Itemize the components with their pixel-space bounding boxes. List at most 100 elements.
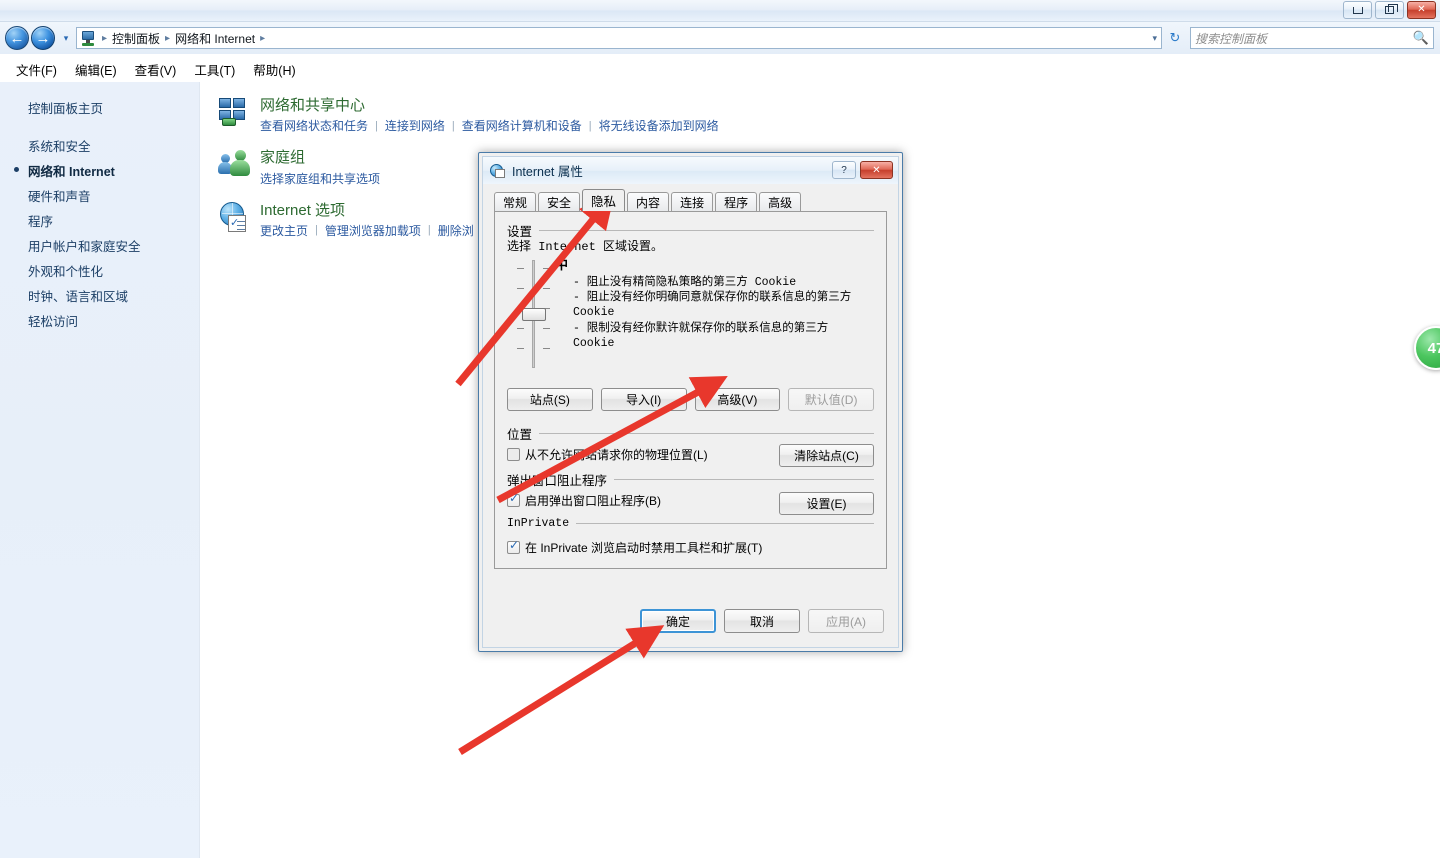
location-checkbox-row[interactable]: 从不允许网站请求你的物理位置(L) bbox=[507, 446, 708, 463]
slider-thumb[interactable] bbox=[522, 308, 546, 321]
tab-programs[interactable]: 程序 bbox=[715, 192, 758, 211]
menu-item-view[interactable]: 查看(V) bbox=[127, 58, 185, 81]
breadcrumb[interactable]: ▸ 控制面板 ▸ 网络和 Internet ▸ ▾ bbox=[76, 27, 1162, 49]
tab-privacy[interactable]: 隐私 bbox=[582, 189, 626, 211]
cancel-button[interactable]: 取消 bbox=[724, 609, 800, 633]
tab-advanced[interactable]: 高级 bbox=[759, 192, 802, 211]
popup-blocker-group: 弹出窗口阻止程序 bbox=[507, 470, 874, 489]
apply-button: 应用(A) bbox=[808, 609, 884, 633]
menu-item-file[interactable]: 文件(F) bbox=[8, 58, 65, 81]
clear-sites-button[interactable]: 清除站点(C) bbox=[779, 444, 874, 467]
address-bar: ← → ▾ ▸ 控制面板 ▸ 网络和 Internet ▸ ▾ ↻ 搜索控制面板… bbox=[0, 22, 1440, 54]
link-connect-to-network[interactable]: 连接到网络 bbox=[385, 117, 445, 134]
inprivate-checkbox-row[interactable]: 在 InPrivate 浏览启动时禁用工具栏和扩展(T) bbox=[507, 539, 762, 556]
default-button: 默认值(D) bbox=[788, 388, 874, 411]
internet-options-icon: ✓ bbox=[218, 201, 252, 235]
sites-button[interactable]: 站点(S) bbox=[507, 388, 593, 411]
link-view-network-status[interactable]: 查看网络状态和任务 bbox=[260, 117, 368, 134]
breadcrumb-item-1[interactable]: 网络和 Internet bbox=[172, 30, 258, 47]
menu-item-edit[interactable]: 编辑(E) bbox=[67, 58, 125, 81]
category-links: 更改主页 | 管理浏览器加载项 | 删除浏 bbox=[260, 222, 474, 239]
popup-settings-button[interactable]: 设置(E) bbox=[779, 492, 874, 515]
address-history-dropdown-icon[interactable]: ▾ bbox=[1152, 33, 1157, 44]
chevron-down-icon: ▾ bbox=[63, 32, 69, 43]
close-button[interactable]: ✕ bbox=[1407, 1, 1436, 19]
sidebar-item-programs[interactable]: 程序 bbox=[0, 208, 199, 233]
link-separator: | bbox=[427, 224, 431, 237]
sidebar-category-list: 系统和安全 网络和 Internet 硬件和声音 程序 用户帐户和家庭安全 外观… bbox=[0, 133, 199, 333]
advanced-button[interactable]: 高级(V) bbox=[694, 388, 781, 411]
link-view-network-computers[interactable]: 查看网络计算机和设备 bbox=[462, 117, 582, 134]
link-manage-browser-addons[interactable]: 管理浏览器加载项 bbox=[325, 222, 421, 239]
settings-instruction-text: 选择 Internet 区域设置。 bbox=[507, 240, 664, 254]
category-network-sharing-center: 网络和共享中心 查看网络状态和任务 | 连接到网络 | 查看网络计算机和设备 |… bbox=[218, 96, 1440, 134]
search-input[interactable]: 搜索控制面板 bbox=[1195, 30, 1413, 47]
privacy-level-slider[interactable] bbox=[511, 260, 557, 368]
never-allow-location-checkbox[interactable] bbox=[507, 448, 520, 461]
category-title[interactable]: Internet 选项 bbox=[260, 202, 474, 219]
import-button[interactable]: 导入(I) bbox=[600, 388, 687, 411]
link-separator: | bbox=[315, 224, 318, 237]
sidebar-item-clock-language[interactable]: 时钟、语言和区域 bbox=[0, 283, 199, 308]
back-button[interactable]: ← bbox=[5, 26, 29, 50]
breadcrumb-separator-0: ▸ bbox=[102, 32, 108, 44]
breadcrumb-separator-1[interactable]: ▸ bbox=[163, 33, 172, 44]
sidebar-item-user-accounts[interactable]: 用户帐户和家庭安全 bbox=[0, 233, 199, 258]
maximize-button[interactable] bbox=[1375, 1, 1404, 19]
sidebar-item-network-internet[interactable]: 网络和 Internet bbox=[0, 158, 199, 183]
disable-toolbars-inprivate-checkbox[interactable] bbox=[507, 539, 520, 554]
group-divider bbox=[539, 230, 874, 231]
enable-popup-blocker-checkbox[interactable] bbox=[507, 492, 520, 507]
sidebar-item-hardware-sound[interactable]: 硬件和声音 bbox=[0, 183, 199, 208]
group-divider bbox=[576, 523, 874, 524]
description-line-0: - 阻止没有精简隐私策略的第三方 Cookie bbox=[573, 276, 797, 289]
sidebar-item-control-panel-home[interactable]: 控制面板主页 bbox=[0, 96, 199, 117]
group-divider bbox=[539, 433, 874, 434]
tab-general[interactable]: 常规 bbox=[494, 192, 537, 211]
link-separator: | bbox=[588, 119, 592, 132]
search-box[interactable]: 搜索控制面板 🔍 bbox=[1190, 27, 1434, 49]
settings-button-row: 站点(S) 导入(I) 高级(V) 默认值(D) bbox=[507, 388, 874, 411]
tab-content[interactable]: 内容 bbox=[627, 192, 670, 211]
link-choose-homegroup-options[interactable]: 选择家庭组和共享选项 bbox=[260, 170, 380, 187]
help-icon: ? bbox=[841, 164, 847, 176]
category-title[interactable]: 网络和共享中心 bbox=[260, 97, 719, 114]
link-delete-browsing-history[interactable]: 删除浏 bbox=[438, 222, 474, 239]
dialog-close-button[interactable]: ✕ bbox=[860, 161, 893, 179]
popup-checkbox-row[interactable]: 启用弹出窗口阻止程序(B) bbox=[507, 492, 661, 509]
window-controls: ✕ bbox=[1343, 1, 1436, 19]
dialog-titlebar[interactable]: Internet 属性 ? ✕ bbox=[483, 157, 898, 184]
internet-properties-dialog: Internet 属性 ? ✕ 常规 安全 隐私 内容 连接 程序 高级 设置 … bbox=[478, 152, 903, 652]
close-icon: ✕ bbox=[872, 164, 881, 176]
breadcrumb-separator-2[interactable]: ▸ bbox=[258, 33, 267, 44]
minimize-button[interactable] bbox=[1343, 1, 1372, 19]
sidebar-item-system-security[interactable]: 系统和安全 bbox=[0, 133, 199, 158]
menu-item-help[interactable]: 帮助(H) bbox=[245, 58, 303, 81]
navigation-buttons: ← → ▾ bbox=[0, 26, 73, 50]
breadcrumb-item-0[interactable]: 控制面板 bbox=[109, 30, 163, 47]
tab-connections[interactable]: 连接 bbox=[671, 192, 714, 211]
tab-security[interactable]: 安全 bbox=[538, 192, 581, 211]
dialog-help-button[interactable]: ? bbox=[832, 161, 856, 179]
settings-instruction: 选择 Internet 区域设置。 bbox=[507, 237, 874, 254]
refresh-button[interactable]: ↻ bbox=[1164, 27, 1186, 49]
inprivate-group: InPrivate bbox=[507, 517, 874, 530]
location-group-header: 位置 bbox=[507, 424, 874, 443]
forward-button[interactable]: → bbox=[31, 26, 55, 50]
link-change-homepage[interactable]: 更改主页 bbox=[260, 222, 308, 239]
sidebar-item-ease-of-access[interactable]: 轻松访问 bbox=[0, 308, 199, 333]
category-title[interactable]: 家庭组 bbox=[260, 149, 380, 166]
control-panel-window: ✕ ← → ▾ ▸ 控制面板 ▸ 网络和 Internet ▸ ▾ ↻ 搜索控制… bbox=[0, 0, 1440, 858]
link-add-wireless-device[interactable]: 将无线设备添加到网络 bbox=[599, 117, 719, 134]
privacy-tab-panel: 设置 选择 Internet 区域设置。 中 - 阻止没有精简隐私策略的第三方 … bbox=[494, 211, 887, 569]
menu-bar: 文件(F) 编辑(E) 查看(V) 工具(T) 帮助(H) bbox=[0, 58, 1440, 80]
group-divider bbox=[614, 479, 874, 480]
minimize-icon bbox=[1352, 6, 1363, 14]
recent-pages-dropdown[interactable]: ▾ bbox=[59, 33, 73, 44]
privacy-level-description: - 阻止没有精简隐私策略的第三方 Cookie - 阻止没有经你明确同意就保存你… bbox=[573, 275, 872, 351]
sidebar-item-appearance[interactable]: 外观和个性化 bbox=[0, 258, 199, 283]
back-arrow-icon: ← bbox=[9, 29, 25, 47]
menu-item-tools[interactable]: 工具(T) bbox=[186, 58, 243, 81]
ok-button[interactable]: 确定 bbox=[640, 609, 716, 633]
close-icon: ✕ bbox=[1417, 4, 1426, 15]
